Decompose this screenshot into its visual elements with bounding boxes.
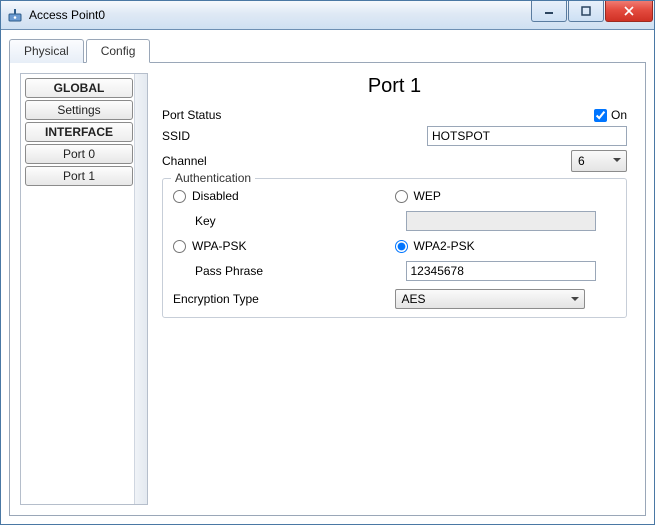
window-controls (531, 1, 654, 29)
sidebar-header-interface[interactable]: INTERFACE (25, 122, 133, 142)
auth-enc-select[interactable]: AES (395, 289, 585, 309)
port-status-on-label: On (611, 108, 627, 122)
auth-key-input[interactable] (406, 211, 596, 231)
sidebar-scrollbar[interactable] (134, 74, 147, 504)
tab-config[interactable]: Config (86, 39, 151, 63)
channel-label: Channel (162, 154, 362, 168)
content-area: Physical Config GLOBAL Settings INTERFAC… (1, 30, 654, 524)
ssid-input[interactable] (427, 126, 627, 146)
row-port-status: Port Status On (162, 108, 627, 122)
close-button[interactable] (605, 1, 653, 22)
auth-radio-wep[interactable] (395, 190, 408, 203)
sidebar-item-port0[interactable]: Port 0 (25, 144, 133, 164)
auth-pass-label: Pass Phrase (195, 264, 263, 278)
sidebar-item-port1[interactable]: Port 1 (25, 166, 133, 186)
port-status-label: Port Status (162, 108, 362, 122)
auth-wpapsk-label: WPA-PSK (192, 239, 246, 253)
sidebar-header-global[interactable]: GLOBAL (25, 78, 133, 98)
page-title: Port 1 (162, 75, 627, 98)
auth-pass-input[interactable] (406, 261, 596, 281)
app-icon (7, 7, 23, 23)
auth-wep-label: WEP (414, 189, 441, 203)
auth-groupbox: Authentication Disabled WEP Key WPA-PSK … (162, 178, 627, 318)
auth-radio-wpapsk[interactable] (173, 240, 186, 253)
tab-physical[interactable]: Physical (9, 39, 84, 63)
sidebar: GLOBAL Settings INTERFACE Port 0 Port 1 (20, 73, 148, 505)
auth-legend: Authentication (171, 171, 255, 185)
ssid-label: SSID (162, 129, 362, 143)
auth-key-label: Key (195, 214, 216, 228)
window-title: Access Point0 (29, 8, 531, 22)
minimize-button[interactable] (531, 1, 567, 22)
main-pane: Port 1 Port Status On SSID Channel (148, 73, 635, 505)
auth-enc-label: Encryption Type (173, 292, 259, 306)
config-panel: GLOBAL Settings INTERFACE Port 0 Port 1 … (9, 63, 646, 516)
auth-radio-wpa2psk[interactable] (395, 240, 408, 253)
app-window: Access Point0 Physical Config GLOBAL Set… (0, 0, 655, 525)
maximize-button[interactable] (568, 1, 604, 22)
row-channel: Channel 6 (162, 150, 627, 172)
auth-radio-disabled[interactable] (173, 190, 186, 203)
tabstrip: Physical Config (9, 38, 646, 63)
sidebar-item-settings[interactable]: Settings (25, 100, 133, 120)
channel-select[interactable]: 6 (571, 150, 627, 172)
auth-disabled-label: Disabled (192, 189, 239, 203)
titlebar: Access Point0 (1, 1, 654, 30)
row-ssid: SSID (162, 126, 627, 146)
auth-wpa2psk-label: WPA2-PSK (414, 239, 475, 253)
port-status-checkbox[interactable] (594, 109, 607, 122)
